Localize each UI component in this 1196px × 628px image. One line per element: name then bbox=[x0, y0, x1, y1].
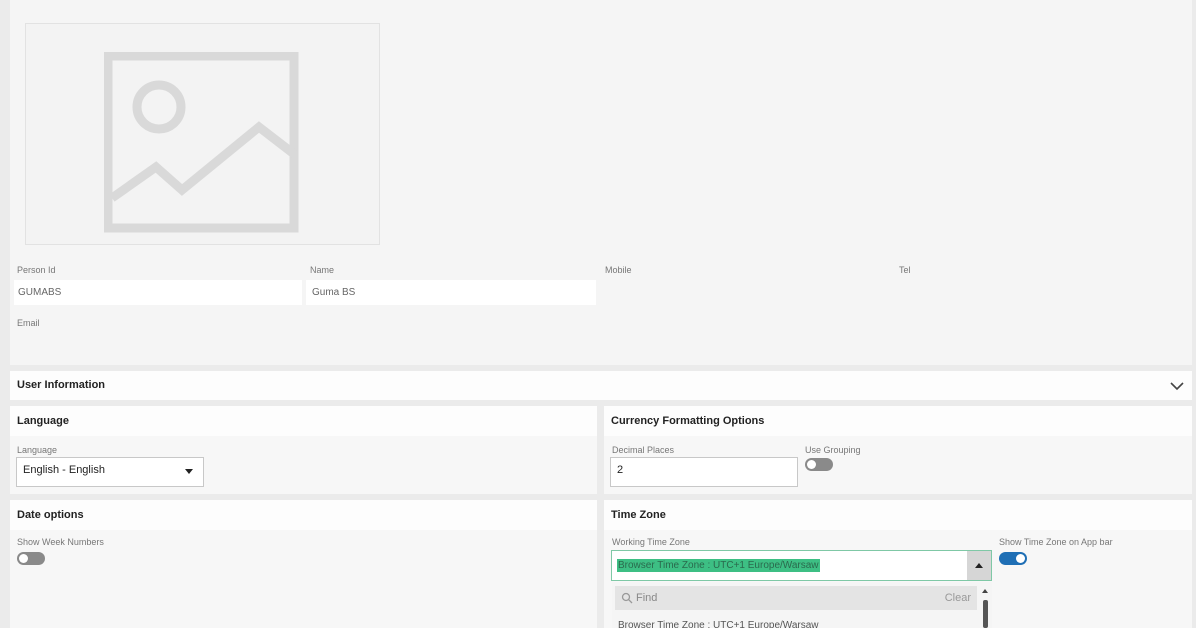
name-label: Name bbox=[310, 265, 335, 275]
user-information-title: User Information bbox=[17, 379, 106, 391]
language-field-label: Language bbox=[17, 445, 58, 455]
clear-button[interactable]: Clear bbox=[945, 592, 971, 604]
time-zone-option[interactable]: Browser Time Zone : UTC+1 Europe/Warsaw bbox=[612, 613, 978, 628]
time-zone-card: Time Zone Working Time Zone Browser Time… bbox=[604, 500, 1192, 628]
user-information-header[interactable]: User Information bbox=[10, 371, 1192, 400]
mobile-label: Mobile bbox=[605, 265, 632, 275]
dropdown-toggle-button[interactable] bbox=[967, 551, 991, 580]
chevron-down-icon bbox=[1170, 382, 1184, 391]
profile-panel: Person Id GUMABS Name Guma BS Mobile Tel… bbox=[10, 0, 1192, 365]
language-card: Language Language English - English bbox=[10, 406, 597, 494]
language-card-title: Language bbox=[10, 406, 597, 436]
working-time-zone-label: Working Time Zone bbox=[612, 537, 690, 547]
name-value: Guma BS bbox=[312, 287, 356, 298]
working-time-zone-select[interactable]: Browser Time Zone : UTC+1 Europe/Warsaw bbox=[611, 550, 992, 581]
decimal-places-input[interactable]: 2 bbox=[610, 457, 798, 487]
person-id-label: Person Id bbox=[17, 265, 56, 275]
show-time-zone-toggle[interactable] bbox=[999, 552, 1027, 565]
person-id-value: GUMABS bbox=[18, 287, 62, 298]
date-options-card: Date options Show Week Numbers bbox=[10, 500, 597, 628]
currency-card-title: Currency Formatting Options bbox=[604, 406, 1192, 436]
show-week-numbers-label: Show Week Numbers bbox=[17, 537, 104, 547]
image-placeholder-icon bbox=[104, 52, 299, 233]
time-zone-dropdown: Find Clear Browser Time Zone : UTC+1 Eur… bbox=[612, 582, 992, 628]
show-time-zone-label: Show Time Zone on App bar bbox=[999, 537, 1113, 547]
email-label: Email bbox=[17, 318, 40, 328]
dropdown-scrollbar-thumb[interactable] bbox=[983, 600, 988, 628]
caret-down-icon bbox=[185, 469, 193, 474]
profile-image[interactable] bbox=[25, 23, 380, 245]
working-time-zone-selected: Browser Time Zone : UTC+1 Europe/Warsaw bbox=[617, 559, 820, 572]
decimal-places-label: Decimal Places bbox=[612, 445, 675, 455]
search-icon bbox=[621, 592, 633, 604]
caret-up-icon bbox=[975, 563, 983, 568]
time-zone-option-label: Browser Time Zone : UTC+1 Europe/Warsaw bbox=[618, 620, 819, 628]
language-selected-value: English - English bbox=[23, 464, 105, 476]
time-zone-card-title: Time Zone bbox=[604, 500, 1192, 530]
currency-card: Currency Formatting Options Decimal Plac… bbox=[604, 406, 1192, 494]
use-grouping-label: Use Grouping bbox=[805, 445, 861, 455]
time-zone-search[interactable]: Find Clear bbox=[615, 586, 977, 610]
language-select[interactable]: English - English bbox=[16, 457, 204, 487]
decimal-places-value: 2 bbox=[617, 464, 624, 476]
tel-label: Tel bbox=[899, 265, 911, 275]
time-zone-search-placeholder: Find bbox=[636, 592, 658, 604]
date-options-card-title: Date options bbox=[10, 500, 597, 530]
use-grouping-toggle[interactable] bbox=[805, 458, 833, 471]
scroll-up-icon[interactable] bbox=[982, 589, 988, 593]
show-week-numbers-toggle[interactable] bbox=[17, 552, 45, 565]
